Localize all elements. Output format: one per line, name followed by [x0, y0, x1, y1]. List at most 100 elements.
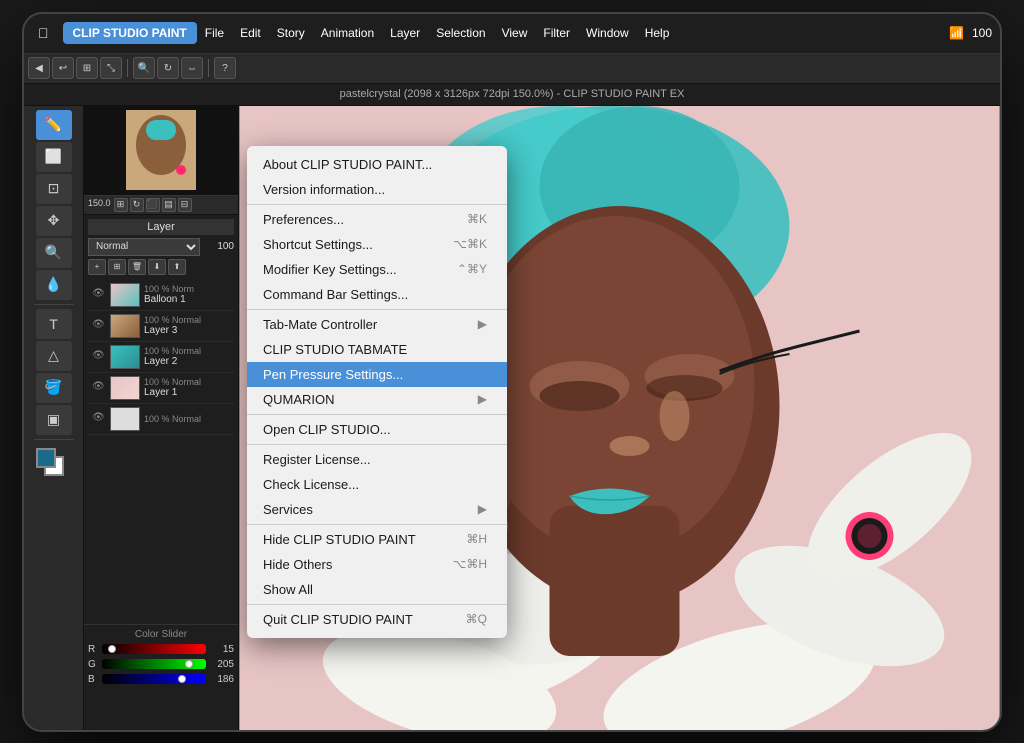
menu-file[interactable]: File [197, 22, 232, 44]
menu-view[interactable]: View [494, 22, 536, 44]
clip-tabmate-label: CLIP STUDIO TABMATE [263, 342, 407, 357]
zoom-value: 150.0 [88, 198, 111, 212]
toolbar-rotate-btn[interactable]: ↻ [157, 57, 179, 79]
dropdown-section-prefs: Preferences... ⌘K Shortcut Settings... ⌥… [247, 205, 507, 310]
menu-animation[interactable]: Animation [313, 22, 382, 44]
layer-btn-4[interactable]: ⬇ [148, 259, 166, 275]
color-slider-panel: Color Slider R 15 G 205 B [84, 624, 238, 732]
layer-item[interactable]: 👁 100 % Normal [88, 404, 234, 435]
dropdown-check-license[interactable]: Check License... [247, 472, 507, 497]
layer-item[interactable]: 👁 100 % Normal Layer 3 [88, 311, 234, 342]
opacity-value: 100 [204, 241, 234, 252]
toolbar-back-btn[interactable]: ◀ [28, 57, 50, 79]
version-label: Version information... [263, 182, 385, 197]
dropdown-shortcut-settings[interactable]: Shortcut Settings... ⌥⌘K [247, 232, 507, 257]
menu-selection[interactable]: Selection [428, 22, 493, 44]
view-btn-2[interactable]: ↻ [130, 198, 144, 212]
dropdown-clip-tabmate[interactable]: CLIP STUDIO TABMATE [247, 337, 507, 362]
green-slider[interactable] [102, 659, 206, 669]
tool-text[interactable]: T [36, 309, 72, 339]
view-controls: 150.0 ⊞ ↻ ⬛ ▤ ⊟ [84, 196, 238, 215]
tool-separator-2 [34, 439, 74, 440]
toolbar-flip-btn[interactable]: ⇔ [181, 57, 203, 79]
tool-select[interactable]: ⊡ [36, 174, 72, 204]
layer-visibility-icon[interactable]: 👁 [92, 412, 106, 426]
dropdown-about[interactable]: About CLIP STUDIO PAINT... [247, 152, 507, 177]
blend-mode-select[interactable]: Normal [88, 238, 200, 256]
dropdown-command-bar[interactable]: Command Bar Settings... [247, 282, 507, 307]
toolbar-undo-btn[interactable]: ↩ [52, 57, 74, 79]
show-all-label: Show All [263, 582, 313, 597]
dropdown-section-devices: Tab-Mate Controller ▶ CLIP STUDIO TABMAT… [247, 310, 507, 415]
view-btn-5[interactable]: ⊟ [178, 198, 192, 212]
red-slider[interactable] [102, 644, 206, 654]
menu-filter[interactable]: Filter [535, 22, 578, 44]
services-arrow: ▶ [478, 502, 487, 516]
layer-item[interactable]: 👁 100 % Normal Layer 2 [88, 342, 234, 373]
toolbar-select-btn[interactable]: ⊞ [76, 57, 98, 79]
hide-clip-label: Hide CLIP STUDIO PAINT [263, 532, 416, 547]
view-btn-4[interactable]: ▤ [162, 198, 176, 212]
layer-visibility-icon[interactable]: 👁 [92, 319, 106, 333]
toolbar-help-btn[interactable]: ? [214, 57, 236, 79]
blue-slider[interactable] [102, 674, 206, 684]
layer-visibility-icon[interactable]: 👁 [92, 288, 106, 302]
dropdown-modifier-key[interactable]: Modifier Key Settings... ⌃⌘Y [247, 257, 507, 282]
foreground-color[interactable] [36, 448, 56, 468]
dropdown-hide-clip[interactable]: Hide CLIP STUDIO PAINT ⌘H [247, 527, 507, 552]
tool-separator-1 [34, 304, 74, 305]
layer-visibility-icon[interactable]: 👁 [92, 350, 106, 364]
toolbar-transform-btn[interactable]: ⤡ [100, 57, 122, 79]
dropdown-section-about: About CLIP STUDIO PAINT... Version infor… [247, 150, 507, 205]
dropdown-qumarion[interactable]: QUMARION ▶ [247, 387, 507, 412]
layer-item[interactable]: 👁 100 % Normal Layer 1 [88, 373, 234, 404]
dropdown-tab-mate[interactable]: Tab-Mate Controller ▶ [247, 312, 507, 337]
tool-eraser[interactable]: ⬜ [36, 142, 72, 172]
tool-gradient[interactable]: ▣ [36, 405, 72, 435]
view-btn-1[interactable]: ⊞ [114, 198, 128, 212]
layer-opacity-text: 100 % Norm [144, 284, 230, 294]
dropdown-hide-others[interactable]: Hide Others ⌥⌘H [247, 552, 507, 577]
layer-opacity-text: 100 % Normal [144, 377, 230, 387]
dropdown-show-all[interactable]: Show All [247, 577, 507, 602]
hide-clip-shortcut: ⌘H [466, 532, 487, 546]
modifier-key-shortcut: ⌃⌘Y [457, 262, 487, 276]
green-slider-row: G 205 [88, 659, 234, 670]
layer-btn-5[interactable]: ⬆ [168, 259, 186, 275]
menu-edit[interactable]: Edit [232, 22, 269, 44]
green-label: G [88, 659, 98, 670]
dropdown-preferences[interactable]: Preferences... ⌘K [247, 207, 507, 232]
tool-zoom[interactable]: 🔍 [36, 238, 72, 268]
apple-menu[interactable]:  [32, 25, 55, 41]
tool-shape[interactable]: △ [36, 341, 72, 371]
menu-window[interactable]: Window [578, 22, 637, 44]
clip-studio-paint-menu[interactable]: CLIP STUDIO PAINT [63, 22, 197, 44]
hide-others-label: Hide Others [263, 557, 332, 572]
dropdown-open-clip-studio[interactable]: Open CLIP STUDIO... [247, 417, 507, 442]
menu-help[interactable]: Help [637, 22, 678, 44]
menu-story[interactable]: Story [269, 22, 313, 44]
view-btn-3[interactable]: ⬛ [146, 198, 160, 212]
dropdown-services[interactable]: Services ▶ [247, 497, 507, 522]
pen-pressure-label: Pen Pressure Settings... [263, 367, 403, 382]
tool-fill[interactable]: 🪣 [36, 373, 72, 403]
dropdown-pen-pressure[interactable]: Pen Pressure Settings... [247, 362, 507, 387]
dropdown-version[interactable]: Version information... [247, 177, 507, 202]
toolbar-zoom-btn[interactable]: 🔍 [133, 57, 155, 79]
toolbar-sep-1 [127, 59, 128, 77]
tool-eyedrop[interactable]: 💧 [36, 270, 72, 300]
layer-btn-2[interactable]: ⊞ [108, 259, 126, 275]
layer-visibility-icon[interactable]: 👁 [92, 381, 106, 395]
tool-pen[interactable]: ✏️ [36, 110, 72, 140]
clip-studio-paint-dropdown: About CLIP STUDIO PAINT... Version infor… [247, 146, 507, 638]
layer-item[interactable]: 👁 100 % Norm Balloon 1 [88, 280, 234, 311]
red-value: 15 [210, 644, 234, 655]
dropdown-register-license[interactable]: Register License... [247, 447, 507, 472]
layer-btn-1[interactable]: + [88, 259, 106, 275]
thumbnail-svg [126, 110, 196, 190]
layer-btn-3[interactable]: 🗑 [128, 259, 146, 275]
menu-layer[interactable]: Layer [382, 22, 428, 44]
tool-move[interactable]: ✥ [36, 206, 72, 236]
dropdown-quit[interactable]: Quit CLIP STUDIO PAINT ⌘Q [247, 607, 507, 632]
blue-label: B [88, 674, 98, 685]
